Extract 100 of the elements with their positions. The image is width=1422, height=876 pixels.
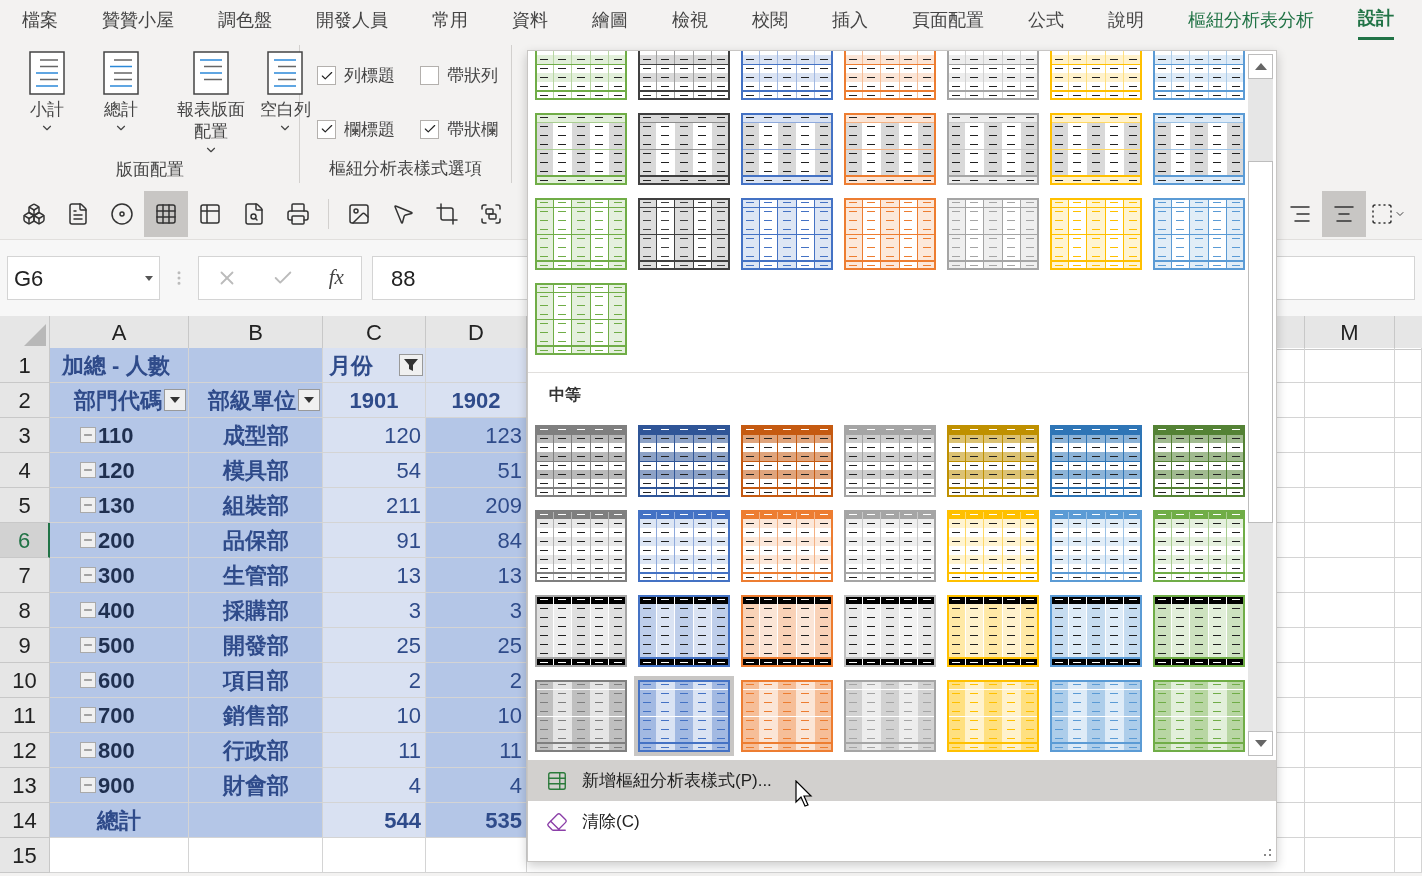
department-code: 120	[98, 456, 135, 485]
table-cell: 84	[426, 523, 527, 558]
ribbon-tab[interactable]: 資料	[512, 0, 548, 40]
row-header[interactable]: 1	[0, 348, 50, 383]
row-header[interactable]: 4	[0, 453, 50, 488]
row-header[interactable]: 2	[0, 383, 50, 418]
group-label: 樞紐分析表樣式選項	[328, 157, 483, 180]
table-cell: 51	[426, 453, 527, 488]
column-field-label: 月份	[329, 351, 373, 380]
ribbon-tab[interactable]: 調色盤	[218, 0, 272, 40]
filter-button[interactable]	[399, 354, 423, 376]
eraser-icon	[546, 810, 568, 833]
scroll-up-button[interactable]	[1248, 54, 1273, 79]
ribbon-tab[interactable]: 公式	[1028, 0, 1064, 40]
row-header[interactable]: 13	[0, 768, 50, 803]
table-cell: 25	[426, 628, 527, 663]
document-lines-icon	[103, 51, 139, 95]
insert-function-button[interactable]: fx	[328, 262, 344, 294]
row-field-label: 部級單位	[208, 386, 296, 415]
table-cell	[1395, 383, 1422, 418]
table-cell: 成型部	[189, 418, 323, 453]
ribbon-tab[interactable]: 頁面配置	[912, 0, 984, 40]
department-code: 500	[98, 631, 135, 660]
table-cell	[1395, 698, 1422, 733]
table-cell: 項目部	[189, 663, 323, 698]
table-cell	[1395, 838, 1422, 873]
grid-icon	[154, 201, 178, 226]
ribbon-tab[interactable]: 說明	[1108, 0, 1144, 40]
row-header[interactable]: 8	[0, 593, 50, 628]
row-header[interactable]: 15	[0, 838, 50, 873]
row-header[interactable]: 11	[0, 698, 50, 733]
ribbon-tab[interactable]: 常用	[432, 0, 468, 40]
mouse-cursor-icon	[795, 780, 815, 808]
ribbon-tab[interactable]: 贊贊小屋	[102, 0, 174, 40]
checkbox-option[interactable]: 欄標題	[317, 116, 408, 142]
scrollbar[interactable]	[1248, 54, 1273, 756]
row-header[interactable]: 10	[0, 663, 50, 698]
menu-item[interactable]: 清除(C)	[528, 801, 1276, 842]
row-header[interactable]: 14	[0, 803, 50, 838]
menu-item[interactable]: 新增樞紐分析表樣式(P)...	[528, 760, 1276, 801]
ribbon-tab[interactable]: 繪圖	[592, 0, 628, 40]
ribbon-tab[interactable]: 校閱	[752, 0, 788, 40]
table-cell: 財會部	[189, 768, 323, 803]
table-cell: 行政部	[189, 733, 323, 768]
table-cell	[1395, 418, 1422, 453]
table-cell: 銷售部	[189, 698, 323, 733]
table-cell: 10	[426, 698, 527, 733]
table-cell: 採購部	[189, 593, 323, 628]
department-code: 800	[98, 736, 135, 765]
table-cell	[1395, 663, 1422, 698]
row-header[interactable]: 6	[0, 523, 50, 558]
ribbon-dropdown-button[interactable]: 報表版面配置	[176, 51, 246, 157]
row-header[interactable]: 7	[0, 558, 50, 593]
ribbon-tab[interactable]: 插入	[832, 0, 868, 40]
checkbox[interactable]	[317, 66, 336, 86]
table-cell: 11	[426, 733, 527, 768]
toolbar-button[interactable]	[1322, 190, 1366, 237]
checkbox-option[interactable]: 帶狀列	[420, 63, 511, 89]
toolbar-button[interactable]	[144, 190, 188, 237]
ribbon-dropdown-button[interactable]: 總計	[86, 51, 156, 135]
ribbon-tab[interactable]: 檢視	[672, 0, 708, 40]
group-icon	[479, 201, 503, 226]
row-header[interactable]: 5	[0, 488, 50, 523]
ribbon-tab[interactable]: 檔案	[22, 0, 58, 40]
checkbox-option[interactable]: 帶狀欄	[420, 116, 511, 142]
borders-icon	[1370, 201, 1394, 226]
table-cell: 總計	[50, 803, 189, 838]
ribbon-dropdown-button[interactable]: 空白列	[250, 51, 320, 135]
checkbox[interactable]	[420, 66, 439, 86]
ribbon-dropdown-button[interactable]: 小計	[12, 51, 82, 135]
table-cell	[1395, 488, 1422, 523]
table-cell	[1395, 348, 1422, 383]
table-cell: 91	[323, 523, 426, 558]
table-cell: 4	[323, 768, 426, 803]
dropdown-button[interactable]	[298, 389, 320, 411]
scroll-thumb[interactable]	[1248, 161, 1273, 523]
table-cell	[1395, 803, 1422, 838]
table-cell: 2	[426, 663, 527, 698]
table-cell: 120	[323, 418, 426, 453]
table-cell: 1902	[426, 383, 527, 418]
ribbon-tab[interactable]: 開發人員	[316, 0, 388, 40]
row-header[interactable]: 12	[0, 733, 50, 768]
checkbox-option[interactable]: 列標題	[317, 63, 408, 89]
checkbox[interactable]	[420, 119, 439, 139]
table-cell: 3	[426, 593, 527, 628]
checkbox[interactable]	[317, 119, 336, 139]
row-header[interactable]: 9	[0, 628, 50, 663]
ribbon-tab[interactable]: 樞紐分析表分析	[1188, 0, 1314, 40]
row-header[interactable]: 3	[0, 418, 50, 453]
department-code: 900	[98, 771, 135, 800]
scroll-down-button[interactable]	[1248, 731, 1273, 756]
name-box[interactable]: G6	[7, 256, 160, 300]
table-cell: 11	[323, 733, 426, 768]
table-cell: 4	[426, 768, 527, 803]
dropdown-button[interactable]	[164, 389, 186, 411]
column-header[interactable]: M	[1305, 316, 1395, 350]
table-cell: 123	[426, 418, 527, 453]
table-cell: 13	[426, 558, 527, 593]
document-lines-icon	[267, 51, 303, 95]
caret-down-icon	[145, 275, 153, 281]
